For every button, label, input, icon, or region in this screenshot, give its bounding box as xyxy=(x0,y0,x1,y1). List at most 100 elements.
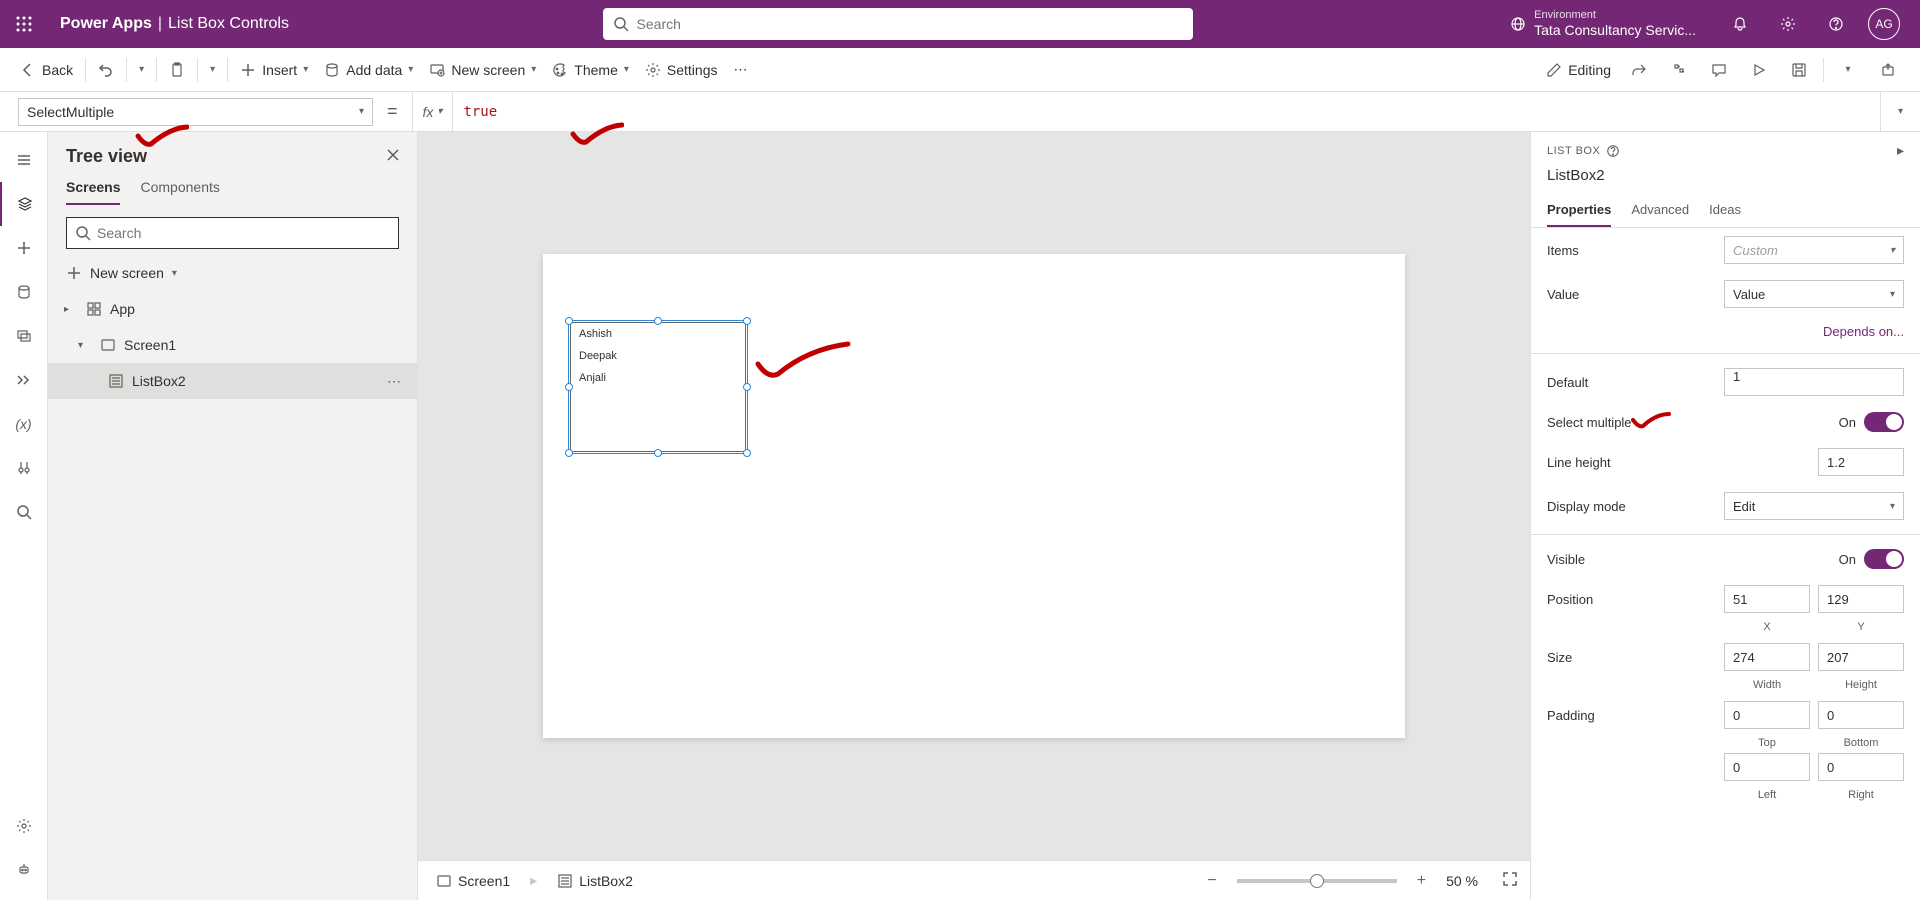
listbox-icon xyxy=(108,373,124,389)
environment-picker[interactable]: Environment Tata Consultancy Servic... xyxy=(1494,9,1696,39)
sublabel-top: Top xyxy=(1724,737,1810,749)
waffle-icon[interactable] xyxy=(0,0,48,48)
list-item[interactable]: Deepak xyxy=(571,345,745,367)
rail-media[interactable] xyxy=(0,314,48,358)
prop-selmul-toggle[interactable]: On xyxy=(1839,412,1904,432)
app-icon xyxy=(86,301,102,317)
save-split[interactable]: ▾ xyxy=(1828,48,1868,92)
zoom-in[interactable]: + xyxy=(1411,872,1432,890)
app-screen[interactable]: Ashish Deepak Anjali xyxy=(543,254,1405,738)
prop-height-input[interactable]: 207 xyxy=(1818,643,1904,671)
rail-virtual-agent[interactable] xyxy=(0,848,48,892)
notifications-icon[interactable] xyxy=(1716,0,1764,48)
fit-button[interactable] xyxy=(1502,871,1518,890)
tab-properties[interactable]: Properties xyxy=(1547,194,1611,227)
prop-padtop-input[interactable]: 0 xyxy=(1724,701,1810,729)
tree-search-input[interactable] xyxy=(97,225,390,241)
checker-button[interactable] xyxy=(1659,48,1699,92)
prop-value-dd[interactable]: Value▾ xyxy=(1724,280,1904,308)
new-screen-button[interactable]: New screen ▾ xyxy=(421,48,544,92)
depends-link[interactable]: Depends on... xyxy=(1823,324,1904,339)
prop-y-input[interactable]: 129 xyxy=(1818,585,1904,613)
paste-split[interactable]: ▾ xyxy=(202,48,223,92)
help-icon[interactable] xyxy=(1812,0,1860,48)
tree-screen1[interactable]: ▾ Screen1 xyxy=(48,327,417,363)
tab-screens[interactable]: Screens xyxy=(66,179,120,205)
prop-x-input[interactable]: 51 xyxy=(1724,585,1810,613)
editing-label: Editing xyxy=(1568,62,1611,78)
help-icon[interactable] xyxy=(1606,144,1620,158)
rail-variables[interactable]: (x) xyxy=(0,402,48,446)
tree-new-screen[interactable]: New screen ▾ xyxy=(48,259,417,291)
save-button[interactable] xyxy=(1779,48,1819,92)
rail-tree-view[interactable] xyxy=(0,182,48,226)
rail-search[interactable] xyxy=(0,490,48,534)
canvas[interactable]: Ashish Deepak Anjali xyxy=(418,132,1530,860)
avatar[interactable]: AG xyxy=(1860,0,1908,48)
list-item[interactable]: Anjali xyxy=(571,367,745,389)
prop-dispmode-dd[interactable]: Edit▾ xyxy=(1724,492,1904,520)
zoom-thumb[interactable] xyxy=(1310,874,1324,888)
prop-items-dd[interactable]: Custom▾ xyxy=(1724,236,1904,264)
sublabel-bottom: Bottom xyxy=(1818,737,1904,749)
overflow-button[interactable]: ⋯ xyxy=(725,48,755,92)
list-item[interactable]: Ashish xyxy=(571,323,745,345)
tree-more-icon[interactable]: ⋯ xyxy=(387,373,401,390)
preview-button[interactable] xyxy=(1739,48,1779,92)
prop-dispmode-label: Display mode xyxy=(1547,499,1626,514)
rail-hamburger[interactable] xyxy=(0,138,48,182)
tab-components[interactable]: Components xyxy=(140,179,219,205)
rail-data[interactable] xyxy=(0,270,48,314)
theme-button[interactable]: Theme ▾ xyxy=(544,48,637,92)
back-button[interactable]: Back xyxy=(12,48,81,92)
rail-insert[interactable] xyxy=(0,226,48,270)
publish-button[interactable] xyxy=(1868,48,1908,92)
listbox-control[interactable]: Ashish Deepak Anjali xyxy=(570,322,746,452)
sublabel-height: Height xyxy=(1818,679,1904,691)
add-data-button[interactable]: Add data ▾ xyxy=(316,48,421,92)
tree-search[interactable] xyxy=(66,217,399,249)
comments-button[interactable] xyxy=(1699,48,1739,92)
search-box[interactable] xyxy=(603,8,1193,40)
insert-button[interactable]: Insert ▾ xyxy=(232,48,316,92)
chevron-down-icon: ▾ xyxy=(78,340,92,351)
prop-visible-toggle[interactable]: On xyxy=(1839,549,1904,569)
prop-width-input[interactable]: 274 xyxy=(1724,643,1810,671)
prop-default-input[interactable]: 1 xyxy=(1724,368,1904,396)
chevron-right-icon: ▸ xyxy=(64,304,78,315)
rail-flows[interactable] xyxy=(0,358,48,402)
prop-lineheight-input[interactable]: 1.2 xyxy=(1818,448,1904,476)
clipboard-icon xyxy=(169,62,185,78)
tab-advanced[interactable]: Advanced xyxy=(1631,194,1689,227)
control-name[interactable]: ListBox2 xyxy=(1531,165,1920,194)
search-icon xyxy=(613,16,629,32)
undo-button[interactable] xyxy=(90,48,122,92)
share-button[interactable] xyxy=(1619,48,1659,92)
paste-button[interactable] xyxy=(161,48,193,92)
rail-tools[interactable] xyxy=(0,446,48,490)
tab-ideas[interactable]: Ideas xyxy=(1709,194,1741,227)
formula-expand[interactable]: ▾ xyxy=(1880,92,1920,132)
breadcrumb-screen[interactable]: Screen1 xyxy=(430,873,516,889)
search-input[interactable] xyxy=(637,16,1183,32)
undo-split[interactable]: ▾ xyxy=(131,48,152,92)
tree-listbox2[interactable]: ListBox2 ⋯ xyxy=(48,363,417,399)
prop-padright-input[interactable]: 0 xyxy=(1818,753,1904,781)
settings-icon[interactable] xyxy=(1764,0,1812,48)
tree-app[interactable]: ▸ App xyxy=(48,291,417,327)
rail-settings[interactable] xyxy=(0,804,48,848)
annotation-check-icon xyxy=(753,339,853,389)
formula-input[interactable]: true xyxy=(453,92,1880,132)
fx-indicator[interactable]: fx ▾ xyxy=(412,92,454,132)
settings-button[interactable]: Settings xyxy=(637,48,726,92)
property-selector[interactable]: SelectMultiple ▾ xyxy=(18,98,373,126)
prop-selmul-label: Select multiple xyxy=(1547,415,1632,430)
prop-padbot-input[interactable]: 0 xyxy=(1818,701,1904,729)
tree-close[interactable] xyxy=(385,147,401,166)
breadcrumb-control[interactable]: ListBox2 xyxy=(551,873,639,889)
expand-panel[interactable]: ▸ xyxy=(1897,142,1904,159)
editing-button[interactable]: Editing xyxy=(1538,48,1619,92)
zoom-out[interactable]: − xyxy=(1201,872,1222,890)
prop-padleft-input[interactable]: 0 xyxy=(1724,753,1810,781)
zoom-slider[interactable] xyxy=(1237,879,1397,883)
